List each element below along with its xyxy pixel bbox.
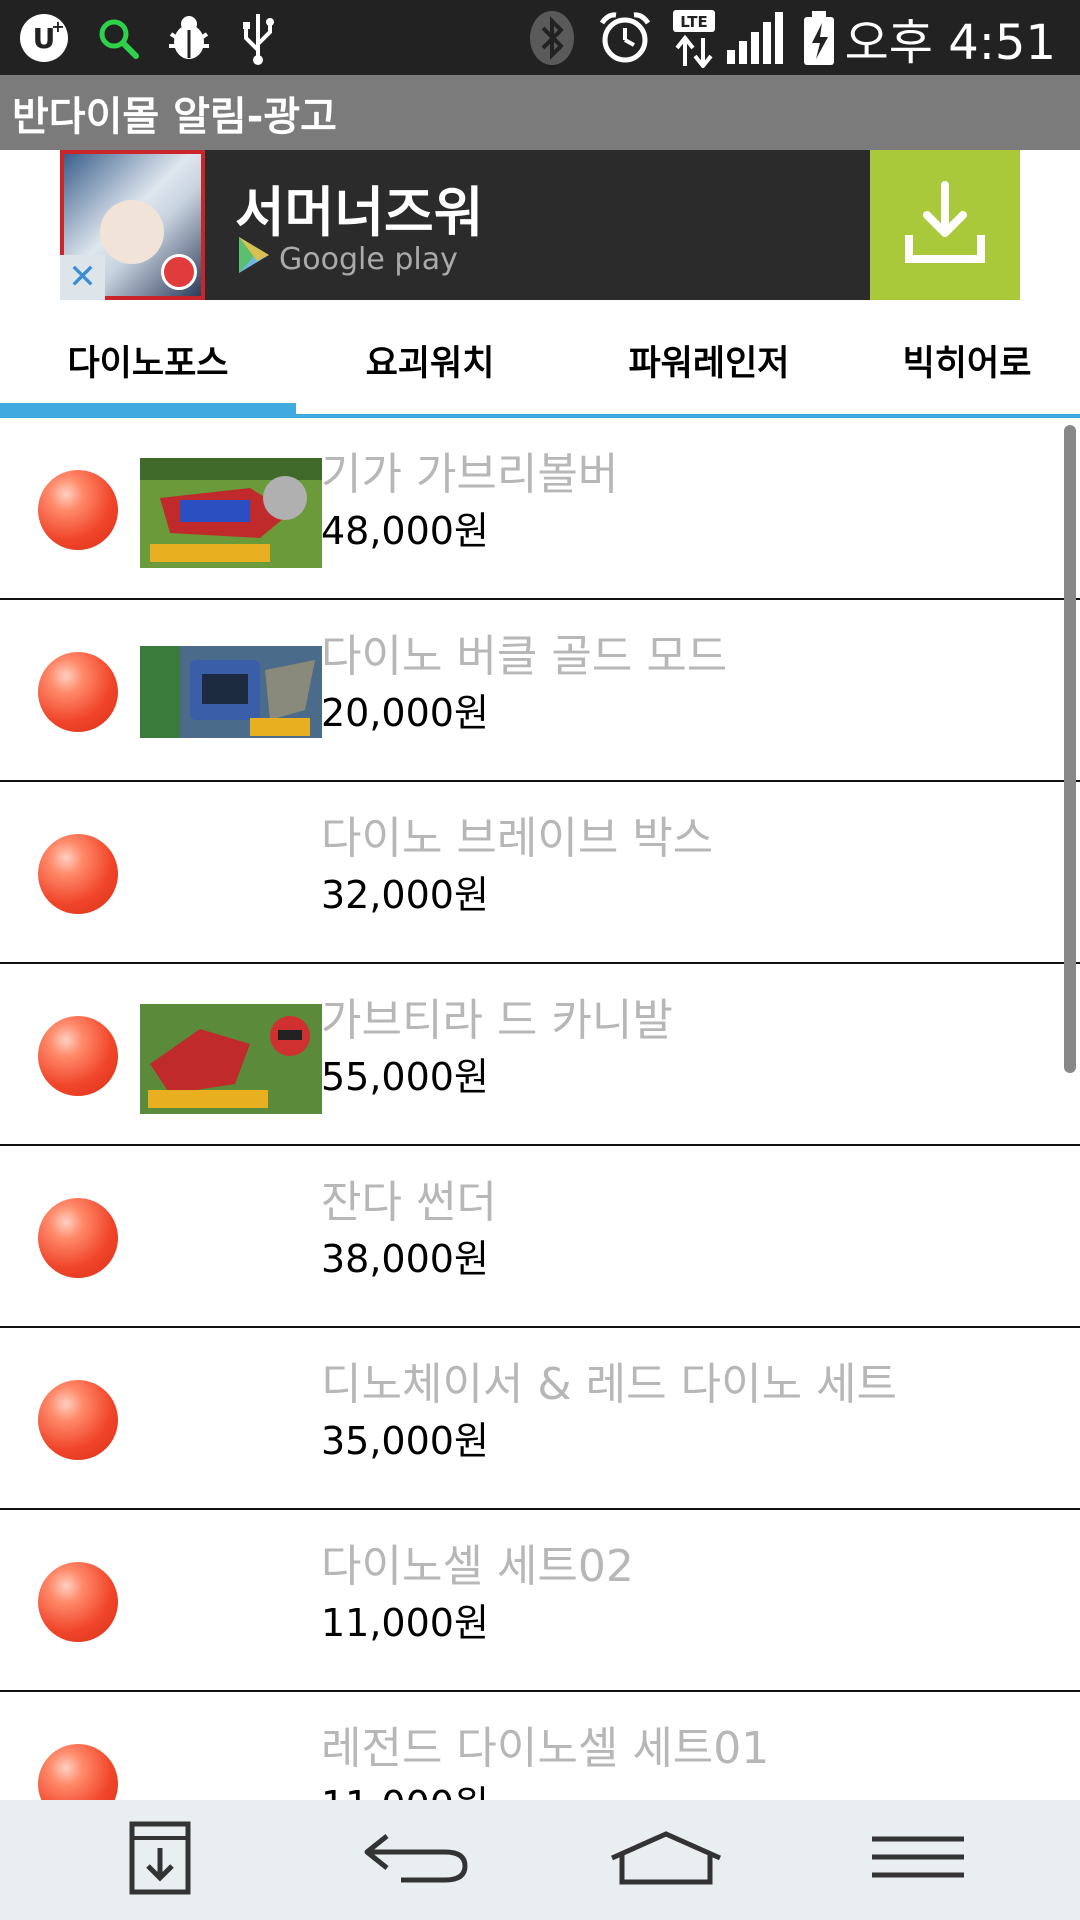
google-play-icon — [235, 235, 271, 283]
ad-store-label: Google play — [235, 235, 458, 283]
tab-yokai-watch[interactable]: 요괴워치 — [296, 300, 564, 420]
tab-power-rangers[interactable]: 파워레인저 — [564, 300, 854, 420]
status-ball-icon — [38, 470, 118, 550]
product-name: 다이노 버클 골드 모드 — [321, 631, 728, 682]
download-button[interactable] — [870, 150, 1020, 300]
product-thumbnail — [140, 1004, 322, 1114]
sim-download-icon — [128, 1820, 192, 1900]
signal-icon — [724, 0, 786, 75]
status-ball-icon — [38, 1562, 118, 1642]
search-icon — [92, 0, 144, 75]
list-item[interactable]: 잔다 썬더 38,000원 — [0, 1146, 1080, 1328]
product-name: 잔다 썬더 — [321, 1177, 497, 1228]
menu-icon — [868, 1833, 968, 1887]
list-item[interactable]: 다이노셀 세트02 11,000원 — [0, 1510, 1080, 1692]
tab-dinoforce[interactable]: 다이노포스 — [0, 300, 296, 420]
status-time: 오후 4:51 — [844, 14, 1056, 71]
bluetooth-icon — [528, 0, 576, 75]
list-item[interactable]: 다이노 버클 골드 모드 20,000원 — [0, 600, 1080, 782]
status-ball-icon — [38, 1380, 118, 1460]
app-title-bar: 반다이몰 알림-광고 — [0, 75, 1080, 150]
category-tabs: 다이노포스 요괴워치 파워레인저 빅히어로 — [0, 300, 1080, 420]
status-ball-icon — [38, 1198, 118, 1278]
ad-banner[interactable]: ✕ 서머너즈워 Google play — [60, 150, 1020, 300]
status-ball-icon — [38, 1016, 118, 1096]
home-button[interactable] — [586, 1800, 746, 1920]
u-plus-icon: U + — [14, 0, 74, 75]
product-name: 다이노셀 세트02 — [321, 1541, 634, 1592]
bug-icon — [160, 0, 218, 75]
product-price: 11,000원 — [321, 1774, 489, 1800]
list-item[interactable]: 다이노 브레이브 박스 32,000원 — [0, 782, 1080, 964]
list-item[interactable]: 가브티라 드 카니발 55,000원 — [0, 964, 1080, 1146]
app-title: 반다이몰 알림-광고 — [12, 93, 337, 140]
list-item[interactable]: 기가 가브리볼버 48,000원 — [0, 418, 1080, 600]
home-icon — [606, 1828, 726, 1892]
product-name: 가브티라 드 카니발 — [321, 995, 673, 1046]
battery-icon — [800, 0, 838, 75]
sim-download-button[interactable] — [80, 1800, 240, 1920]
product-name: 다이노 브레이브 박스 — [321, 813, 714, 864]
back-icon — [361, 1828, 471, 1892]
menu-button[interactable] — [838, 1800, 998, 1920]
list-scrollbar[interactable] — [1064, 425, 1076, 1073]
product-name: 레전드 다이노셀 세트01 — [321, 1723, 770, 1774]
close-icon[interactable]: ✕ — [60, 255, 105, 300]
product-price: 11,000원 — [321, 1601, 489, 1645]
product-thumbnail — [140, 640, 322, 750]
product-price: 55,000원 — [321, 1055, 489, 1099]
list-item[interactable]: 디노체이서 & 레드 다이노 세트 35,000원 — [0, 1328, 1080, 1510]
status-ball-icon — [38, 834, 118, 914]
tab-big-hero[interactable]: 빅히어로 — [854, 300, 1080, 420]
usb-icon — [236, 0, 280, 75]
product-name: 기가 가브리볼버 — [321, 449, 619, 500]
download-icon — [897, 175, 993, 275]
status-ball-icon — [38, 1744, 118, 1800]
product-price: 38,000원 — [321, 1237, 489, 1281]
ad-character-face — [100, 200, 164, 264]
product-price: 35,000원 — [321, 1419, 489, 1463]
product-price: 20,000원 — [321, 691, 489, 735]
product-name: 디노체이서 & 레드 다이노 세트 — [321, 1359, 898, 1410]
status-bar: U + LTE 오후 4:51 — [0, 0, 1080, 75]
tab-selected-indicator — [0, 403, 296, 418]
navigation-bar — [0, 1800, 1080, 1920]
alarm-icon — [594, 0, 656, 75]
ad-store-text: Google play — [279, 241, 458, 277]
product-list[interactable]: 기가 가브리볼버 48,000원 다이노 버클 골드 모드 20,000원 다이… — [0, 418, 1080, 1800]
product-thumbnail — [140, 458, 322, 568]
list-item[interactable]: 레전드 다이노셀 세트01 11,000원 — [0, 1692, 1080, 1800]
svg-text:+: + — [51, 17, 64, 36]
back-button[interactable] — [336, 1800, 496, 1920]
svg-text:LTE: LTE — [680, 13, 708, 31]
product-price: 32,000원 — [321, 873, 489, 917]
product-price: 48,000원 — [321, 509, 489, 553]
status-ball-icon — [38, 652, 118, 732]
lte-icon: LTE — [670, 0, 718, 75]
ad-badge-icon — [161, 254, 197, 290]
